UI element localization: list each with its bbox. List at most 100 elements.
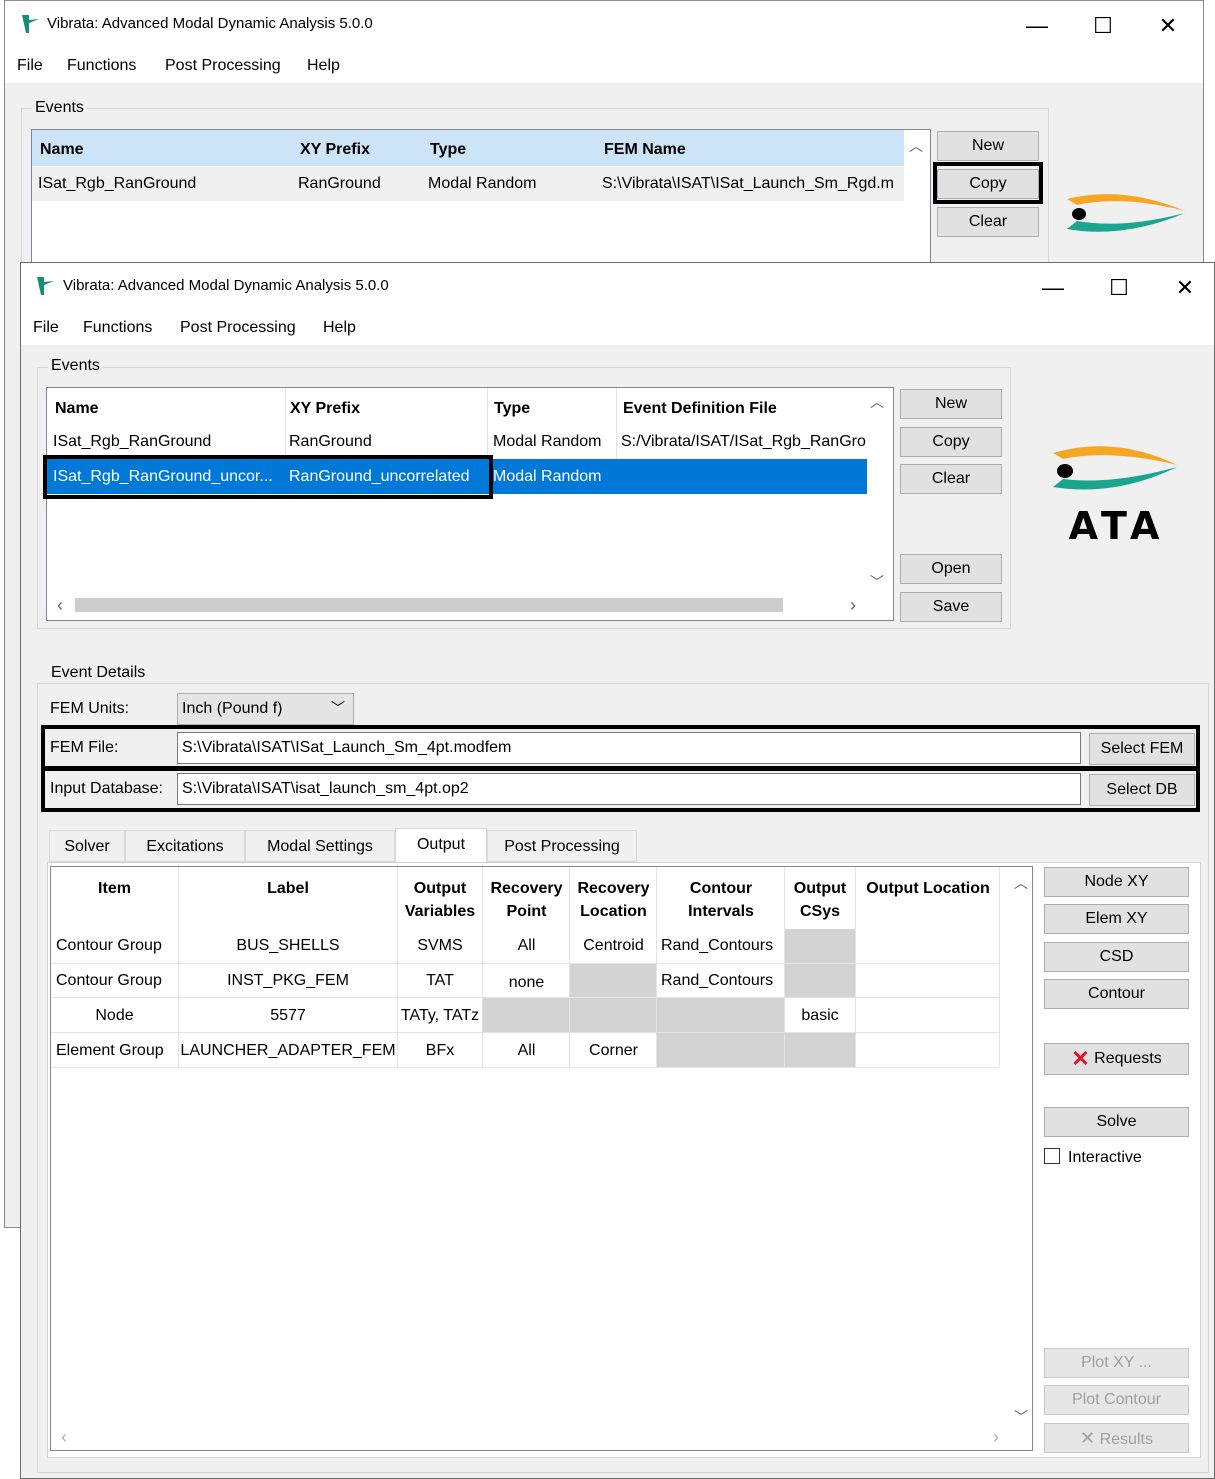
event-row-1-type[interactable]: Modal Random <box>493 433 602 451</box>
back-menu-post-processing[interactable]: Post Processing <box>165 57 281 75</box>
back-new-button[interactable]: New <box>937 131 1039 161</box>
back-menu-functions[interactable]: Functions <box>67 57 136 75</box>
output-row-2-label[interactable]: INST_PKG_FEM <box>179 972 397 990</box>
back-row-type[interactable]: Modal Random <box>428 175 537 193</box>
back-maximize-button[interactable]: ☐ <box>1083 9 1123 43</box>
output-row-1-label[interactable]: BUS_SHELLS <box>179 937 397 955</box>
back-row-fem-name[interactable]: S:\Vibrata\ISAT\ISat_Launch_Sm_Rgd.m <box>602 175 902 193</box>
node-xy-button[interactable]: Node XY <box>1044 867 1189 897</box>
output-row-4-variables[interactable]: BFx <box>398 1042 482 1060</box>
tab-excitations[interactable]: Excitations <box>125 830 245 862</box>
events-scroll-down-icon[interactable]: ﹀ <box>870 572 884 592</box>
event-row-2-type[interactable]: Modal Random <box>493 468 602 486</box>
back-menu-file[interactable]: File <box>17 57 43 75</box>
output-row-1-item[interactable]: Contour Group <box>56 937 162 955</box>
clear-button[interactable]: Clear <box>900 464 1002 494</box>
col-type[interactable]: Type <box>494 400 530 418</box>
fem-file-label: FEM File: <box>50 739 119 756</box>
back-col-type[interactable]: Type <box>430 141 466 159</box>
back-row-name[interactable]: ISat_Rgb_RanGround <box>38 175 196 193</box>
maximize-button[interactable]: ☐ <box>1099 271 1139 305</box>
csd-button[interactable]: CSD <box>1044 942 1189 972</box>
plot-xy-button[interactable]: Plot XY ... <box>1044 1348 1189 1378</box>
col-output-variables[interactable]: Output Variables <box>398 877 482 923</box>
output-row-3-csys[interactable]: basic <box>785 1007 855 1025</box>
back-col-fem-name[interactable]: FEM Name <box>604 141 686 159</box>
col-item[interactable]: Item <box>51 877 178 900</box>
output-row-4-label[interactable]: LAUNCHER_ADAPTER_FEM <box>179 1042 397 1060</box>
menu-functions[interactable]: Functions <box>83 319 152 337</box>
events-scroll-left-icon[interactable]: ‹ <box>57 595 63 616</box>
col-event-definition-file[interactable]: Event Definition File <box>623 400 777 418</box>
output-row-1-contour-intervals[interactable]: Rand_Contours <box>661 937 773 955</box>
output-row-2-recovery-point[interactable]: none <box>483 974 570 992</box>
minimize-button[interactable]: — <box>1033 271 1073 305</box>
elem-xy-button[interactable]: Elem XY <box>1044 904 1189 934</box>
col-recovery-location[interactable]: Recovery Location <box>570 877 657 923</box>
col-contour-intervals[interactable]: Contour Intervals <box>657 877 785 923</box>
tab-output[interactable]: Output <box>395 828 487 864</box>
events-hscrollbar-thumb[interactable] <box>75 598 783 612</box>
output-scroll-left-icon[interactable]: ‹ <box>61 1427 67 1448</box>
back-copy-button[interactable]: Copy <box>937 169 1039 199</box>
event-row-1-xy-prefix[interactable]: RanGround <box>289 433 372 451</box>
menu-help[interactable]: Help <box>323 319 356 337</box>
event-row-2-xy-prefix[interactable]: RanGround_uncorrelated <box>289 468 470 486</box>
results-button[interactable]: ✕ Results <box>1044 1423 1189 1453</box>
output-row-4-recovery-location[interactable]: Corner <box>570 1042 657 1060</box>
tab-modal-settings[interactable]: Modal Settings <box>245 830 395 862</box>
open-button[interactable]: Open <box>900 554 1002 584</box>
back-menu-help[interactable]: Help <box>307 57 340 75</box>
col-recovery-point[interactable]: Recovery Point <box>483 877 570 923</box>
output-row-4-recovery-point[interactable]: All <box>483 1042 570 1060</box>
event-row-2-name[interactable]: ISat_Rgb_RanGround_uncor... <box>53 468 285 486</box>
back-scroll-up-icon[interactable]: ︿ <box>909 136 923 156</box>
output-row-4-item[interactable]: Element Group <box>56 1042 164 1060</box>
select-db-button[interactable]: Select DB <box>1089 774 1195 806</box>
event-row-1-name[interactable]: ISat_Rgb_RanGround <box>53 433 211 451</box>
col-output-location[interactable]: Output Location <box>856 877 1000 900</box>
output-row-1-variables[interactable]: SVMS <box>398 937 482 955</box>
back-row-xy-prefix[interactable]: RanGround <box>298 175 381 193</box>
solve-button[interactable]: Solve <box>1044 1107 1189 1137</box>
back-minimize-button[interactable]: — <box>1017 9 1057 43</box>
close-button[interactable]: ✕ <box>1165 271 1205 305</box>
menu-post-processing[interactable]: Post Processing <box>180 319 296 337</box>
tab-post-processing[interactable]: Post Processing <box>487 830 637 862</box>
output-row-1-recovery-location[interactable]: Centroid <box>570 937 657 955</box>
interactive-checkbox[interactable] <box>1044 1148 1060 1164</box>
back-col-name[interactable]: Name <box>40 141 84 159</box>
output-row-3-label[interactable]: 5577 <box>179 1007 397 1025</box>
tab-solver[interactable]: Solver <box>49 830 125 862</box>
plot-contour-button[interactable]: Plot Contour <box>1044 1385 1189 1415</box>
output-row-3-item[interactable]: Node <box>51 1007 178 1025</box>
menu-file[interactable]: File <box>33 319 59 337</box>
output-scroll-right-icon[interactable]: › <box>993 1427 999 1448</box>
fem-file-input[interactable]: S:\Vibrata\ISAT\ISat_Launch_Sm_4pt.modfe… <box>177 732 1081 764</box>
save-button[interactable]: Save <box>900 592 1002 622</box>
output-row-2-item[interactable]: Contour Group <box>56 972 162 990</box>
input-database-input[interactable]: S:\Vibrata\ISAT\isat_launch_sm_4pt.op2 <box>177 773 1081 805</box>
output-row-1-recovery-point[interactable]: All <box>483 937 570 955</box>
requests-button[interactable]: ✕ Requests <box>1044 1043 1189 1075</box>
events-scroll-up-icon[interactable]: ︿ <box>870 392 884 412</box>
copy-button[interactable]: Copy <box>900 427 1002 457</box>
back-clear-button[interactable]: Clear <box>937 207 1039 237</box>
fem-units-select[interactable]: Inch (Pound f) ﹀ <box>177 693 354 725</box>
back-col-xy-prefix[interactable]: XY Prefix <box>300 141 370 159</box>
output-row-2-variables[interactable]: TAT <box>398 972 482 990</box>
col-label[interactable]: Label <box>179 877 397 900</box>
col-output-csys[interactable]: Output CSys <box>785 877 855 923</box>
back-close-button[interactable]: ✕ <box>1148 9 1188 43</box>
new-button[interactable]: New <box>900 389 1002 419</box>
col-name[interactable]: Name <box>55 400 99 418</box>
event-row-1-file[interactable]: S:/Vibrata/ISAT/ISat_Rgb_RanGro <box>621 433 867 451</box>
output-scroll-up-icon[interactable]: ︿ <box>1014 873 1028 893</box>
events-scroll-right-icon[interactable]: › <box>850 595 856 616</box>
output-scroll-down-icon[interactable]: ﹀ <box>1014 1407 1028 1427</box>
contour-button[interactable]: Contour <box>1044 979 1189 1009</box>
output-row-3-variables[interactable]: TATy, TATz <box>398 1007 482 1025</box>
output-row-2-contour-intervals[interactable]: Rand_Contours <box>661 972 773 990</box>
col-xy-prefix[interactable]: XY Prefix <box>290 400 360 418</box>
select-fem-button[interactable]: Select FEM <box>1089 733 1195 765</box>
